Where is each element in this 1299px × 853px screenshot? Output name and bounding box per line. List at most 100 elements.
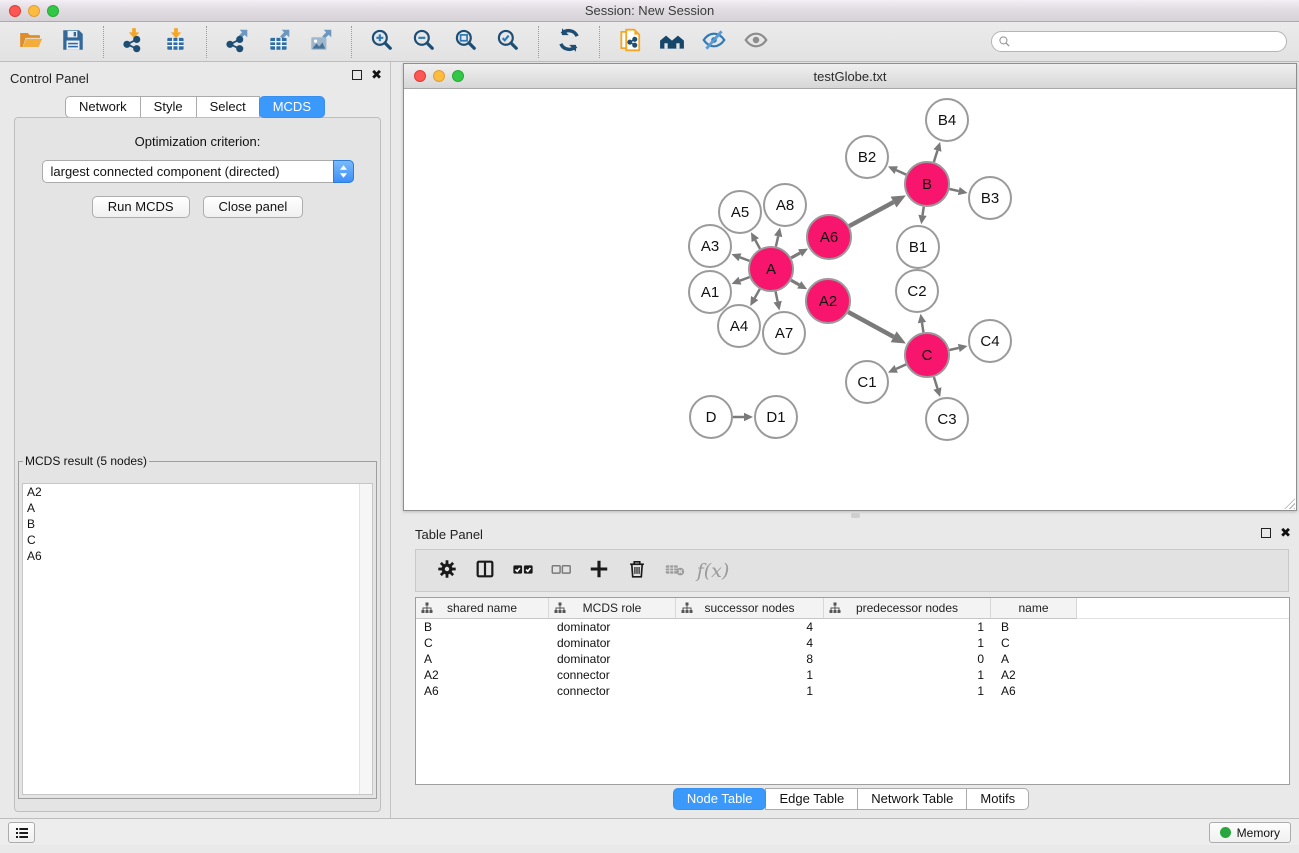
table-cell[interactable]: 1 bbox=[824, 635, 991, 651]
table-tab-node-table[interactable]: Node Table bbox=[673, 788, 767, 810]
table-cell[interactable]: 0 bbox=[824, 651, 991, 667]
edge-B-B4[interactable] bbox=[934, 151, 938, 163]
table-cell[interactable]: B bbox=[991, 619, 1077, 635]
column-header-shared-name[interactable]: shared name bbox=[416, 598, 549, 619]
window-controls[interactable] bbox=[9, 5, 59, 17]
close-panel-icon[interactable]: ✖ bbox=[371, 70, 382, 80]
node-A5[interactable]: A5 bbox=[719, 191, 761, 233]
save-button[interactable] bbox=[57, 26, 89, 58]
tab-style[interactable]: Style bbox=[140, 96, 197, 118]
edge-C-C2[interactable] bbox=[922, 323, 924, 333]
edge-C-C4[interactable] bbox=[949, 348, 958, 350]
tab-network[interactable]: Network bbox=[65, 96, 141, 118]
table-cell[interactable]: dominator bbox=[549, 619, 676, 635]
table-row[interactable]: A6connector11A6 bbox=[416, 683, 1289, 699]
export-table-button[interactable] bbox=[263, 26, 295, 58]
result-item[interactable]: A2 bbox=[23, 484, 372, 500]
node-A6[interactable]: A6 bbox=[807, 215, 851, 259]
node-B4[interactable]: B4 bbox=[926, 99, 968, 141]
table-tab-network-table[interactable]: Network Table bbox=[857, 788, 967, 810]
run-mcds-button[interactable]: Run MCDS bbox=[92, 196, 190, 218]
node-A1[interactable]: A1 bbox=[689, 271, 731, 313]
table-cell[interactable]: 4 bbox=[676, 619, 824, 635]
first-neighbors-button[interactable] bbox=[656, 26, 688, 58]
table-cell[interactable]: 1 bbox=[824, 667, 991, 683]
table-tab-edge-table[interactable]: Edge Table bbox=[765, 788, 858, 810]
table-cell[interactable]: 1 bbox=[824, 683, 991, 699]
show-panels-button[interactable] bbox=[8, 822, 35, 843]
table-cell[interactable]: dominator bbox=[549, 651, 676, 667]
window-resize-grip[interactable] bbox=[1283, 497, 1295, 509]
table-cell[interactable]: 1 bbox=[824, 619, 991, 635]
table-cell[interactable]: B bbox=[416, 619, 549, 635]
table-cell[interactable]: C bbox=[416, 635, 549, 651]
table-row[interactable]: Adominator80A bbox=[416, 651, 1289, 667]
trash-button[interactable] bbox=[623, 557, 651, 585]
edge-A-A7[interactable] bbox=[776, 292, 778, 302]
edge-A-A1[interactable] bbox=[740, 277, 750, 281]
minimize-window-button[interactable] bbox=[28, 5, 40, 17]
zoom-fit-button[interactable] bbox=[450, 26, 482, 58]
node-A[interactable]: A bbox=[749, 247, 793, 291]
table-tab-motifs[interactable]: Motifs bbox=[966, 788, 1029, 810]
float-panel-icon[interactable] bbox=[352, 70, 362, 80]
splitter-grip[interactable] bbox=[851, 513, 860, 518]
search-input[interactable] bbox=[991, 31, 1287, 52]
network-graph[interactable]: AA1A2A3A4A5A6A7A8BB1B2B3B4CC1C2C3C4DD1 bbox=[404, 89, 1296, 510]
add-button[interactable] bbox=[585, 557, 613, 585]
float-table-panel-icon[interactable] bbox=[1261, 528, 1271, 538]
table-cell[interactable]: dominator bbox=[549, 635, 676, 651]
deselect-all-button[interactable] bbox=[547, 557, 575, 585]
result-scrollbar[interactable] bbox=[359, 484, 372, 794]
node-B2[interactable]: B2 bbox=[846, 136, 888, 178]
close-window-button[interactable] bbox=[9, 5, 21, 17]
edge-A-A5[interactable] bbox=[755, 240, 760, 249]
node-C1[interactable]: C1 bbox=[846, 361, 888, 403]
edge-A-A8[interactable] bbox=[776, 236, 778, 246]
export-network-button[interactable] bbox=[221, 26, 253, 58]
import-table-button[interactable] bbox=[160, 26, 192, 58]
table-cell[interactable]: 4 bbox=[676, 635, 824, 651]
export-image-button[interactable] bbox=[305, 26, 337, 58]
table-row[interactable]: Cdominator41C bbox=[416, 635, 1289, 651]
edge-B-B1[interactable] bbox=[923, 207, 924, 216]
network-from-file-button[interactable] bbox=[614, 26, 646, 58]
edge-B-B3[interactable] bbox=[949, 189, 958, 191]
column-header-name[interactable]: name bbox=[991, 598, 1077, 619]
close-table-panel-icon[interactable]: ✖ bbox=[1280, 528, 1291, 538]
select-all-button[interactable] bbox=[509, 557, 537, 585]
edge-B-B2[interactable] bbox=[896, 170, 906, 174]
memory-button[interactable]: Memory bbox=[1209, 822, 1291, 843]
criterion-select[interactable]: largest connected component (directed) bbox=[42, 160, 354, 183]
node-B[interactable]: B bbox=[905, 162, 949, 206]
table-row[interactable]: A2connector11A2 bbox=[416, 667, 1289, 683]
table-cell[interactable]: A6 bbox=[416, 683, 549, 699]
node-B3[interactable]: B3 bbox=[969, 177, 1011, 219]
result-item[interactable]: B bbox=[23, 516, 372, 532]
node-D[interactable]: D bbox=[690, 396, 732, 438]
table-cell[interactable]: connector bbox=[549, 683, 676, 699]
result-item[interactable]: C bbox=[23, 532, 372, 548]
tab-mcds[interactable]: MCDS bbox=[259, 96, 325, 118]
folder-open-button[interactable] bbox=[15, 26, 47, 58]
node-C2[interactable]: C2 bbox=[896, 270, 938, 312]
import-network-button[interactable] bbox=[118, 26, 150, 58]
node-C4[interactable]: C4 bbox=[969, 320, 1011, 362]
column-header-successor-nodes[interactable]: successor nodes bbox=[676, 598, 824, 619]
node-A3[interactable]: A3 bbox=[689, 225, 731, 267]
table-cell[interactable]: A2 bbox=[991, 667, 1077, 683]
hide-graphics-details-button[interactable] bbox=[698, 26, 730, 58]
node-A7[interactable]: A7 bbox=[763, 312, 805, 354]
result-item[interactable]: A bbox=[23, 500, 372, 516]
network-zoom-button[interactable] bbox=[452, 70, 464, 82]
table-cell[interactable]: C bbox=[991, 635, 1077, 651]
table-cell[interactable]: 1 bbox=[676, 667, 824, 683]
zoom-window-button[interactable] bbox=[47, 5, 59, 17]
column-header-predecessor-nodes[interactable]: predecessor nodes bbox=[824, 598, 991, 619]
table-row[interactable]: Bdominator41B bbox=[416, 619, 1289, 635]
edge-C-C1[interactable] bbox=[896, 364, 906, 368]
table-cell[interactable]: A bbox=[991, 651, 1077, 667]
zoom-out-button[interactable] bbox=[408, 26, 440, 58]
node-D1[interactable]: D1 bbox=[755, 396, 797, 438]
gear-button[interactable] bbox=[433, 557, 461, 585]
